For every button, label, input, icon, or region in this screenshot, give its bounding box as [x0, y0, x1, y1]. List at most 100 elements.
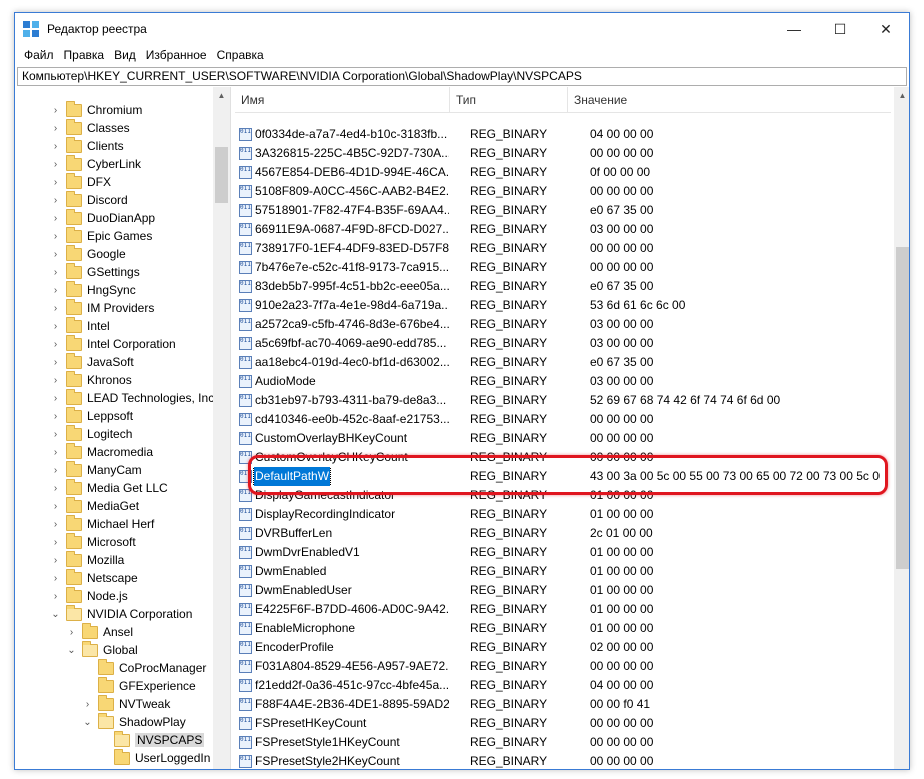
- menu-view[interactable]: Вид: [109, 48, 141, 62]
- tree-item[interactable]: › DuoDianApp: [51, 208, 155, 227]
- chevron-down-icon[interactable]: ⌄: [83, 713, 92, 731]
- value-row[interactable]: 011 1104567E854-DEB6-4D1D-994E-46CA... RE…: [235, 163, 891, 182]
- value-row[interactable]: 011 1103A326815-225C-4B5C-92D7-730A... RE…: [235, 144, 891, 163]
- tree-item[interactable]: › Khronos: [51, 370, 132, 389]
- value-row[interactable]: 011 110FSPresetHKeyCount REG_BINARY 00 00 …: [235, 714, 891, 733]
- column-name-header[interactable]: Имя: [235, 87, 450, 113]
- chevron-right-icon[interactable]: ›: [51, 299, 60, 317]
- chevron-right-icon[interactable]: ›: [51, 191, 60, 209]
- chevron-right-icon[interactable]: ›: [51, 533, 60, 551]
- tree-item[interactable]: UserLoggedIn: [99, 748, 210, 767]
- value-row[interactable]: 011 1100f0334de-a7a7-4ed4-b10c-3183fb...…: [235, 125, 891, 144]
- chevron-right-icon[interactable]: [99, 749, 108, 767]
- scroll-up-arrow-icon[interactable]: ▲: [894, 87, 909, 104]
- chevron-right-icon[interactable]: ›: [51, 569, 60, 587]
- tree-item[interactable]: › DFX: [51, 172, 111, 191]
- tree-item[interactable]: › Google: [51, 244, 126, 263]
- menu-favorites[interactable]: Избранное: [141, 48, 212, 62]
- tree-item[interactable]: GFExperience: [83, 676, 196, 695]
- chevron-right-icon[interactable]: ›: [51, 461, 60, 479]
- value-row[interactable]: 011 110FSPresetStyle2HKeyCount REG_BINARY…: [235, 752, 891, 769]
- chevron-right-icon[interactable]: ›: [51, 263, 60, 281]
- value-row[interactable]: 011 110DwmDvrEnabledV1 REG_BINARY 01 00 00…: [235, 543, 891, 562]
- chevron-right-icon[interactable]: ›: [51, 587, 60, 605]
- column-value-header[interactable]: Значение: [568, 87, 891, 113]
- tree-item[interactable]: NVSPCAPS: [99, 730, 205, 749]
- tree-item[interactable]: › Epic Games: [51, 226, 152, 245]
- tree-item[interactable]: › Netscape: [51, 568, 138, 587]
- value-row[interactable]: 011 110F031A804-8529-4E56-A957-9AE72... R…: [235, 657, 891, 676]
- chevron-right-icon[interactable]: ›: [51, 227, 60, 245]
- minimize-button[interactable]: —: [771, 13, 817, 45]
- tree-item[interactable]: › Logitech: [51, 424, 132, 443]
- menu-edit[interactable]: Правка: [59, 48, 110, 62]
- chevron-right-icon[interactable]: ›: [67, 623, 76, 641]
- value-row[interactable]: 011 11066911E9A-0687-4F9D-8FCD-D027... RE…: [235, 220, 891, 239]
- tree-item[interactable]: › Intel Corporation: [51, 334, 176, 353]
- value-row[interactable]: 011 110DisplayGamecastIndicator REG_BINAR…: [235, 486, 891, 505]
- value-row[interactable]: 011 110a5c69fbf-ac70-4069-ae90-edd785...…: [235, 334, 891, 353]
- chevron-right-icon[interactable]: ›: [51, 101, 60, 119]
- value-row[interactable]: 011 110EnableMicrophone REG_BINARY 01 00 0…: [235, 619, 891, 638]
- tree-item[interactable]: ⌄ Global: [67, 640, 138, 659]
- chevron-right-icon[interactable]: ›: [51, 281, 60, 299]
- tree-item[interactable]: › Classes: [51, 118, 130, 137]
- menu-file[interactable]: Файл: [19, 48, 59, 62]
- tree-item[interactable]: › Mozilla: [51, 550, 124, 569]
- chevron-down-icon[interactable]: ⌄: [67, 641, 76, 659]
- chevron-right-icon[interactable]: ›: [51, 209, 60, 227]
- scroll-up-arrow-icon[interactable]: ▲: [213, 87, 230, 104]
- chevron-right-icon[interactable]: ›: [51, 173, 60, 191]
- chevron-right-icon[interactable]: ›: [51, 245, 60, 263]
- value-row[interactable]: 011 110aa18ebc4-019d-4ec0-bf1d-d63002...…: [235, 353, 891, 372]
- title-bar[interactable]: Редактор реестра — ☐ ✕: [15, 13, 909, 45]
- chevron-right-icon[interactable]: ›: [51, 425, 60, 443]
- value-row[interactable]: 011 110DisplayRecordingIndicator REG_BINA…: [235, 505, 891, 524]
- value-row[interactable]: 011 110F88F4A4E-2B36-4DE1-8895-59AD2... R…: [235, 695, 891, 714]
- value-row[interactable]: 011 110CustomOverlayBHKeyCount REG_BINARY…: [235, 429, 891, 448]
- chevron-right-icon[interactable]: ›: [51, 389, 60, 407]
- value-row[interactable]: 011 110DefaultPathW REG_BINARY 43 00 3a 00…: [235, 467, 891, 486]
- value-row[interactable]: 011 110cb31eb97-b793-4311-ba79-de8a3... R…: [235, 391, 891, 410]
- value-row[interactable]: 011 110cd410346-ee0b-452c-8aaf-e21753...…: [235, 410, 891, 429]
- chevron-right-icon[interactable]: ›: [51, 317, 60, 335]
- chevron-right-icon[interactable]: ›: [51, 479, 60, 497]
- address-bar[interactable]: Компьютер\HKEY_CURRENT_USER\SOFTWARE\NVI…: [17, 67, 907, 86]
- value-row[interactable]: 011 110DwmEnabledUser REG_BINARY 01 00 00 …: [235, 581, 891, 600]
- list-scrollbar[interactable]: ▲: [894, 87, 909, 769]
- value-row[interactable]: 011 110AudioMode REG_BINARY 03 00 00 00: [235, 372, 891, 391]
- tree-item[interactable]: › Discord: [51, 190, 128, 209]
- value-row[interactable]: 011 1107b476e7e-c52c-41f8-9173-7ca915...…: [235, 258, 891, 277]
- tree-scrollbar-thumb[interactable]: [215, 147, 228, 203]
- chevron-right-icon[interactable]: ›: [51, 155, 60, 173]
- list-scrollbar-thumb[interactable]: [896, 247, 909, 569]
- column-type-header[interactable]: Тип: [450, 87, 568, 113]
- value-row[interactable]: 011 110a2572ca9-c5fb-4746-8d3e-676be4...…: [235, 315, 891, 334]
- chevron-right-icon[interactable]: ›: [51, 515, 60, 533]
- tree-item[interactable]: › Michael Herf: [51, 514, 154, 533]
- tree-item[interactable]: › ManyCam: [51, 460, 142, 479]
- value-row[interactable]: 011 110738917F0-1EF4-4DF9-83ED-D57F8... R…: [235, 239, 891, 258]
- chevron-right-icon[interactable]: ›: [51, 497, 60, 515]
- tree-item[interactable]: › Chromium: [51, 100, 142, 119]
- chevron-right-icon[interactable]: ›: [51, 335, 60, 353]
- tree-item[interactable]: › Leppsoft: [51, 406, 133, 425]
- chevron-right-icon[interactable]: ›: [51, 371, 60, 389]
- tree-item[interactable]: ⌄ NVIDIA Corporation: [51, 604, 192, 623]
- tree-item[interactable]: › Intel: [51, 316, 110, 335]
- chevron-right-icon[interactable]: ›: [83, 695, 92, 713]
- chevron-right-icon[interactable]: ›: [51, 353, 60, 371]
- tree-item[interactable]: › Clients: [51, 136, 124, 155]
- tree-item[interactable]: › MediaGet: [51, 496, 139, 515]
- value-row[interactable]: 011 110DwmEnabled REG_BINARY 01 00 00 00: [235, 562, 891, 581]
- maximize-button[interactable]: ☐: [817, 13, 863, 45]
- value-row[interactable]: 011 110910e2a23-7f7a-4e1e-98d4-6a719a...…: [235, 296, 891, 315]
- value-row[interactable]: 011 1105108F809-A0CC-456C-AAB2-B4E2... RE…: [235, 182, 891, 201]
- value-row[interactable]: 011 110f21edd2f-0a36-451c-97cc-4bfe45a..…: [235, 676, 891, 695]
- tree-item[interactable]: › Media Get LLC: [51, 478, 168, 497]
- tree-item[interactable]: › HngSync: [51, 280, 136, 299]
- chevron-right-icon[interactable]: ›: [51, 443, 60, 461]
- value-row[interactable]: 011 110DVRBufferLen REG_BINARY 2c 01 00 00: [235, 524, 891, 543]
- tree-item[interactable]: › JavaSoft: [51, 352, 134, 371]
- value-row[interactable]: 011 110CustomOverlayCHKeyCount REG_BINARY…: [235, 448, 891, 467]
